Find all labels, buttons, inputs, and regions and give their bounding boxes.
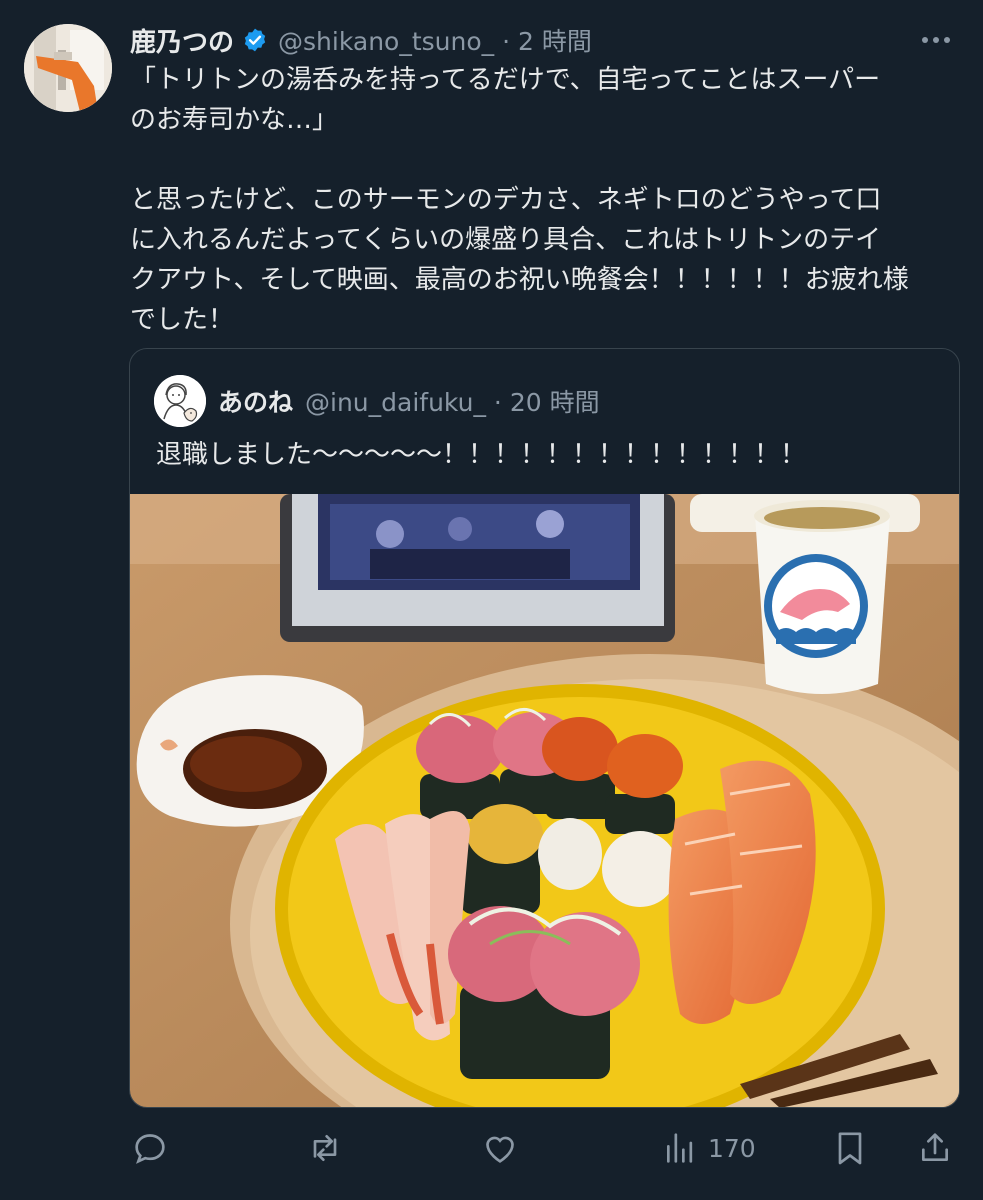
quote-author-name[interactable]: あのね: [218, 383, 293, 419]
quote-author-avatar[interactable]: [154, 375, 206, 427]
views-chart-icon: [660, 1128, 700, 1168]
reply-icon[interactable]: [130, 1126, 170, 1170]
share-icon[interactable]: [915, 1126, 955, 1170]
quote-author-handle-time[interactable]: @inu_daifuku_ · 20 時間: [305, 383, 600, 419]
views-button[interactable]: 170: [660, 1126, 756, 1170]
tweet-text: 「トリトンの湯呑みを持ってるだけで、自宅ってことはスーパー のお寿司かな…」 と…: [130, 65, 909, 335]
author-avatar[interactable]: [24, 24, 112, 112]
tweet-header: 鹿乃つの @shikano_tsuno_ · 2 時間: [130, 20, 960, 60]
quoted-tweet-card[interactable]: あのね @inu_daifuku_ · 20 時間 退職しました〜〜〜〜〜！！！…: [129, 348, 960, 1108]
author-handle-time[interactable]: @shikano_tsuno_ · 2 時間: [278, 22, 592, 58]
more-dots-icon[interactable]: [916, 24, 956, 56]
bookmark-icon[interactable]: [830, 1126, 870, 1170]
quote-text: 退職しました〜〜〜〜〜！！！！！！！！！！！！！！: [156, 440, 807, 470]
quote-photo[interactable]: [130, 494, 959, 1107]
views-count: 170: [708, 1133, 756, 1163]
author-name[interactable]: 鹿乃つの: [130, 22, 234, 59]
retweet-icon[interactable]: [305, 1126, 345, 1170]
verified-badge-icon: [242, 27, 268, 53]
quote-header: あのね @inu_daifuku_ · 20 時間: [218, 379, 600, 423]
heart-icon[interactable]: [480, 1126, 520, 1170]
tweet-actions: 170: [130, 1120, 960, 1176]
